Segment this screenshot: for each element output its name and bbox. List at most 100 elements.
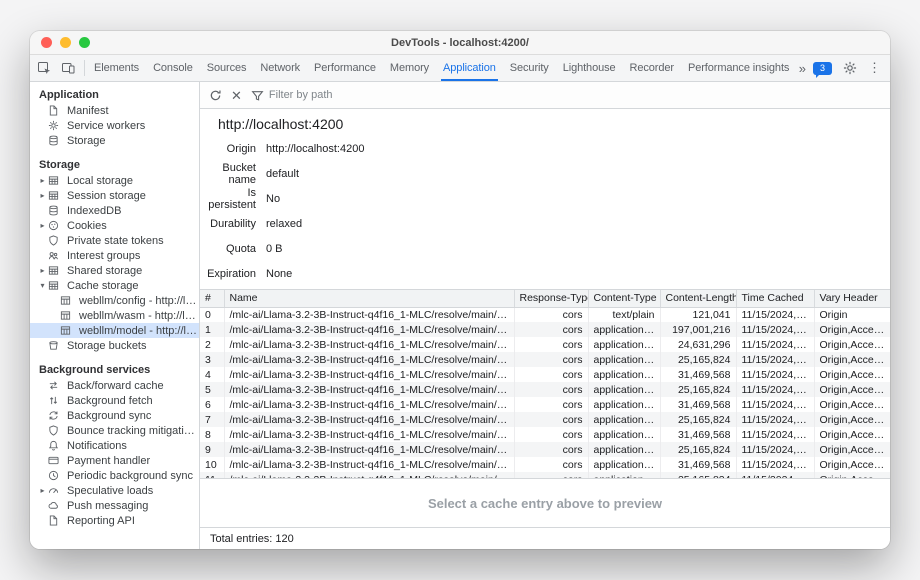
status-bar: Total entries: 120 [200, 527, 890, 549]
speed-icon [48, 485, 63, 497]
more-panels-button[interactable]: » [799, 61, 806, 76]
cache-entry-row[interactable]: 10/mlc-ai/Llama-3.2-3B-Instruct-q4f16_1-… [200, 457, 890, 472]
sidebar-item-session-storage[interactable]: ▸Session storage [30, 188, 199, 203]
sidebar-item-service-workers[interactable]: Service workers [30, 118, 199, 133]
cache-entry-row[interactable]: 2/mlc-ai/Llama-3.2-3B-Instruct-q4f16_1-M… [200, 337, 890, 352]
sidebar-item-indexeddb[interactable]: IndexedDB [30, 203, 199, 218]
sidebar-item-label: Cache storage [67, 280, 139, 292]
sidebar-item-label: webllm/config - http://loc... [79, 295, 199, 307]
cache-storage-panel: ✕ Filter by path http://localhost:4200 O… [200, 82, 890, 549]
sidebar-item-label: Cookies [67, 220, 107, 232]
cache-entry-row[interactable]: 6/mlc-ai/Llama-3.2-3B-Instruct-q4f16_1-M… [200, 397, 890, 412]
close-window-button[interactable] [41, 37, 52, 48]
settings-gear-icon[interactable] [839, 58, 861, 78]
sidebar-item-local-storage[interactable]: ▸Local storage [30, 173, 199, 188]
tab-console[interactable]: Console [146, 55, 200, 81]
tab-network[interactable]: Network [253, 55, 307, 81]
column-header-content-length[interactable]: Content-Length [660, 290, 736, 307]
tab-performance-insights[interactable]: Performance insights [681, 55, 795, 81]
table-icon [48, 280, 63, 292]
metadata-label: Quota [200, 243, 266, 255]
column-header-[interactable]: # [200, 290, 224, 307]
cache-entry-row[interactable]: 0/mlc-ai/Llama-3.2-3B-Instruct-q4f16_1-M… [200, 307, 890, 322]
tab-label: Elements [94, 62, 139, 74]
cache-entries-table: #NameResponse-TypeContent-TypeContent-Le… [200, 290, 890, 478]
sidebar-item-background-sync[interactable]: Background sync [30, 408, 199, 423]
column-header-time-cached[interactable]: Time Cached [736, 290, 814, 307]
experiment-icon [793, 63, 794, 74]
expand-arrow-icon[interactable]: ▸ [37, 176, 48, 185]
devtools-tabbar: ElementsConsoleSourcesNetworkPerformance… [30, 55, 890, 82]
metadata-label: Durability [200, 218, 266, 230]
metadata-row-expiration: ExpirationNone [200, 261, 890, 286]
sidebar-item-shared-storage[interactable]: ▸Shared storage [30, 263, 199, 278]
expand-arrow-icon[interactable]: ▸ [37, 191, 48, 200]
sidebar-section-application: ApplicationManifestService workersStorag… [30, 87, 199, 148]
expand-arrow-icon[interactable]: ▸ [37, 221, 48, 230]
cache-entry-row[interactable]: 1/mlc-ai/Llama-3.2-3B-Instruct-q4f16_1-M… [200, 322, 890, 337]
sidebar-item-payment-handler[interactable]: Payment handler [30, 453, 199, 468]
sidebar-item-back-forward-cache[interactable]: Back/forward cache [30, 378, 199, 393]
messages-count: 3 [820, 63, 825, 73]
tab-label: Application [443, 62, 496, 74]
tab-performance[interactable]: Performance [307, 55, 383, 81]
console-messages-badge[interactable]: 3 [813, 62, 832, 75]
column-header-content-type[interactable]: Content-Type [588, 290, 660, 307]
column-header-vary-header[interactable]: Vary Header [814, 290, 890, 307]
sidebar-item-storage-buckets[interactable]: Storage buckets [30, 338, 199, 353]
sidebar-item-push-messaging[interactable]: Push messaging [30, 498, 199, 513]
device-toolbar-icon[interactable] [57, 58, 79, 78]
sidebar-item-webllm-model-http-loc[interactable]: webllm/model - http://loc... [30, 323, 199, 338]
sidebar-item-notifications[interactable]: Notifications [30, 438, 199, 453]
expand-arrow-icon[interactable]: ▸ [37, 486, 48, 495]
filter-by-path-input[interactable]: Filter by path [269, 89, 333, 101]
tab-sources[interactable]: Sources [200, 55, 254, 81]
expand-arrow-icon[interactable]: ▾ [37, 281, 48, 290]
cache-entry-row[interactable]: 8/mlc-ai/Llama-3.2-3B-Instruct-q4f16_1-M… [200, 427, 890, 442]
cache-entry-row[interactable]: 3/mlc-ai/Llama-3.2-3B-Instruct-q4f16_1-M… [200, 352, 890, 367]
expand-arrow-icon[interactable]: ▸ [37, 266, 48, 275]
minimize-window-button[interactable] [60, 37, 71, 48]
sidebar-item-private-state-tokens[interactable]: Private state tokens [30, 233, 199, 248]
cache-entry-row[interactable]: 7/mlc-ai/Llama-3.2-3B-Instruct-q4f16_1-M… [200, 412, 890, 427]
sidebar-item-periodic-background-sync[interactable]: Periodic background sync [30, 468, 199, 483]
kebab-menu-icon[interactable]: ⋮ [868, 60, 881, 76]
delete-selected-icon[interactable]: ✕ [231, 89, 242, 102]
tab-elements[interactable]: Elements [87, 55, 146, 81]
sidebar-item-speculative-loads[interactable]: ▸Speculative loads [30, 483, 199, 498]
sidebar-item-background-fetch[interactable]: Background fetch [30, 393, 199, 408]
sidebar-item-storage[interactable]: Storage [30, 133, 199, 148]
titlebar[interactable]: DevTools - localhost:4200/ [30, 31, 890, 55]
sidebar-item-bounce-tracking-mitigations[interactable]: Bounce tracking mitigations [30, 423, 199, 438]
tab-recorder[interactable]: Recorder [623, 55, 681, 81]
sidebar-item-webllm-wasm-http-loca[interactable]: webllm/wasm - http://loca... [30, 308, 199, 323]
sidebar-item-label: webllm/wasm - http://loca... [79, 310, 199, 322]
sidebar-item-label: Periodic background sync [67, 470, 193, 482]
shield-icon [48, 425, 63, 437]
sidebar-item-cookies[interactable]: ▸ Cookies [30, 218, 199, 233]
cache-entry-row[interactable]: 4/mlc-ai/Llama-3.2-3B-Instruct-q4f16_1-M… [200, 367, 890, 382]
inspect-element-icon[interactable] [33, 58, 55, 78]
tab-memory[interactable]: Memory [383, 55, 436, 81]
filter-funnel-icon[interactable] [251, 89, 264, 102]
sidebar-item-manifest[interactable]: Manifest [30, 103, 199, 118]
tab-application[interactable]: Application [436, 55, 503, 81]
tab-security[interactable]: Security [503, 55, 556, 81]
sidebar-item-interest-groups[interactable]: Interest groups [30, 248, 199, 263]
tab-label: Sources [207, 62, 247, 74]
column-header-name[interactable]: Name [224, 290, 514, 307]
column-header-response-type[interactable]: Response-Type [514, 290, 588, 307]
sidebar-item-webllm-config-http-loc[interactable]: webllm/config - http://loc... [30, 293, 199, 308]
tab-lighthouse[interactable]: Lighthouse [556, 55, 623, 81]
zoom-window-button[interactable] [79, 37, 90, 48]
refresh-icon[interactable] [209, 89, 222, 102]
preview-pane: Select a cache entry above to preview [200, 478, 890, 527]
sidebar-item-reporting-api[interactable]: Reporting API [30, 513, 199, 528]
sidebar-item-label: Manifest [67, 105, 109, 117]
panel-toolbar: ✕ Filter by path [200, 82, 890, 109]
bell-icon [48, 440, 63, 452]
cache-entry-row[interactable]: 9/mlc-ai/Llama-3.2-3B-Instruct-q4f16_1-M… [200, 442, 890, 457]
cache-entry-row[interactable]: 5/mlc-ai/Llama-3.2-3B-Instruct-q4f16_1-M… [200, 382, 890, 397]
sidebar-item-cache-storage[interactable]: ▾ Cache storage [30, 278, 199, 293]
sidebar-item-label: Back/forward cache [67, 380, 164, 392]
